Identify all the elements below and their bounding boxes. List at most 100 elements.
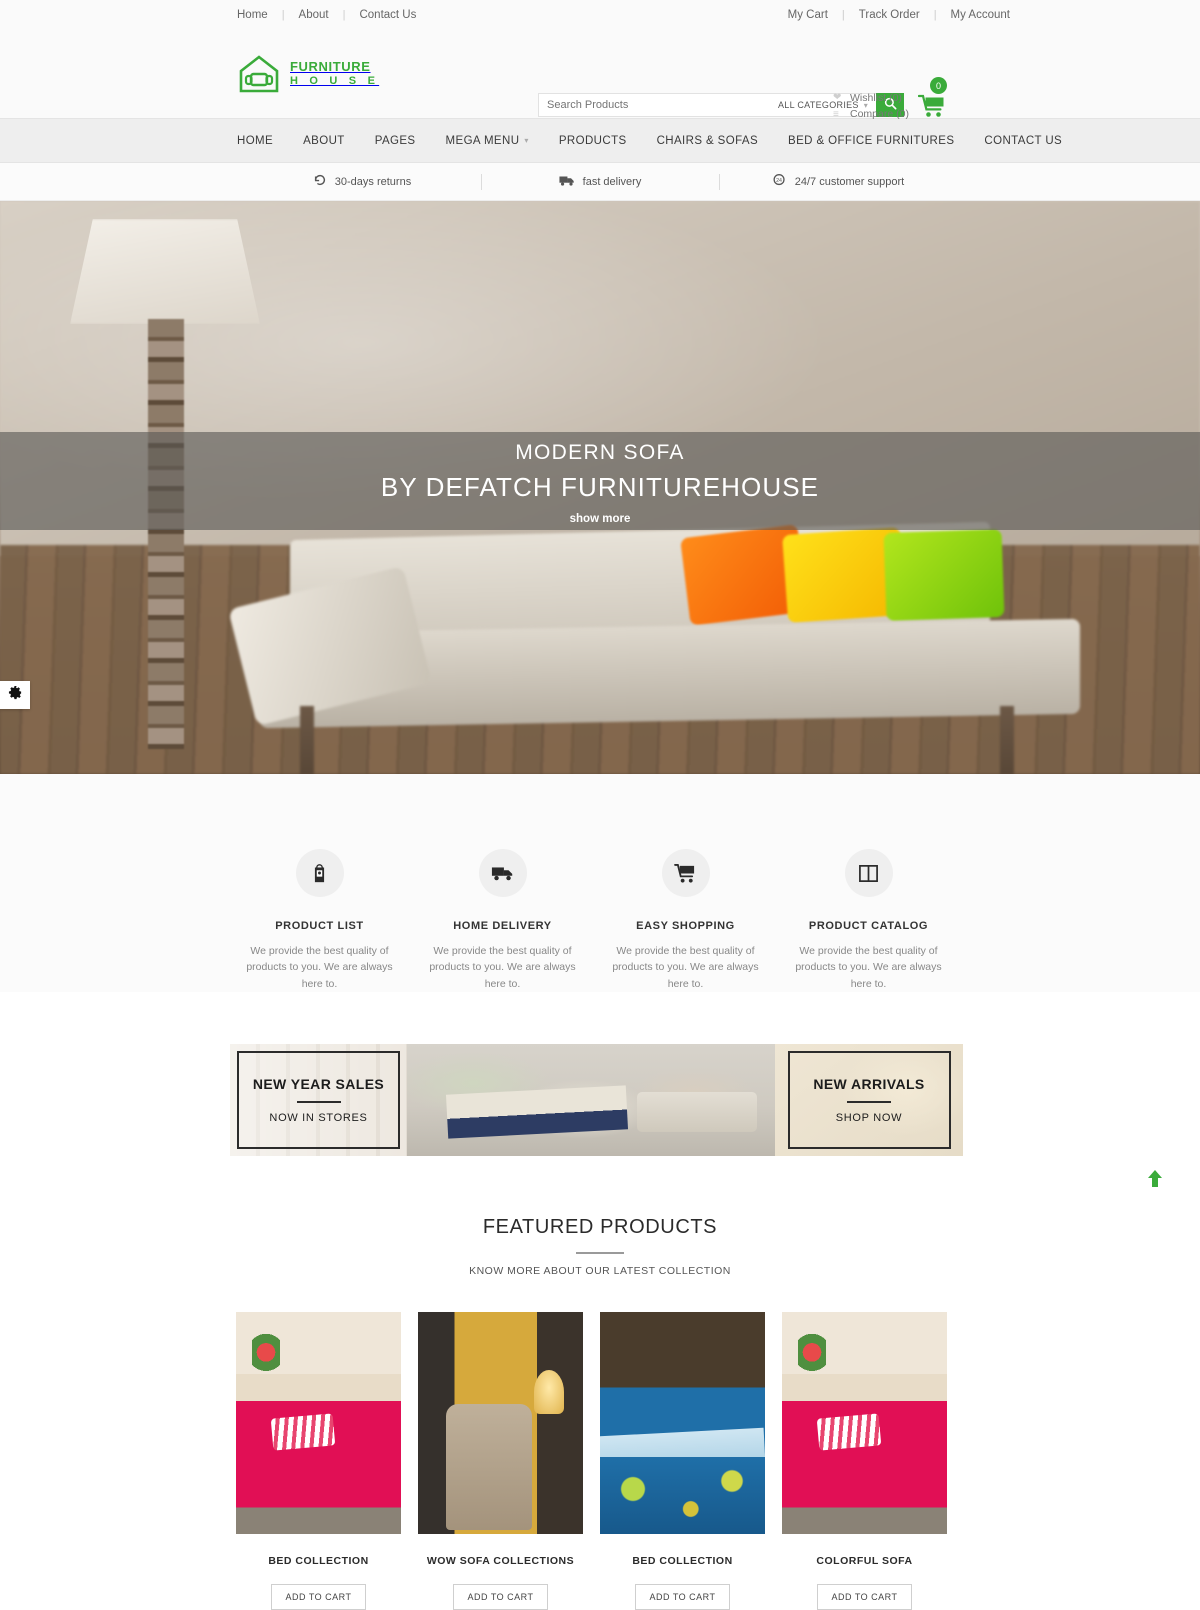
feature-strip-label: 30-days returns bbox=[334, 175, 412, 188]
cart-button[interactable]: 0 bbox=[915, 77, 957, 119]
nav-label: BED & OFFICE FURNITURES bbox=[788, 134, 955, 147]
hero-pillow-green bbox=[883, 528, 1005, 622]
top-bar-separator: | bbox=[281, 9, 285, 21]
add-to-cart-button[interactable]: ADD TO CART bbox=[635, 1583, 730, 1610]
nav-label: PAGES bbox=[374, 134, 416, 147]
nav-label: ABOUT bbox=[303, 134, 345, 147]
hero-title: MODERN SOFA bbox=[515, 441, 685, 465]
service-home-delivery: HOME DELIVERY We provide the best qualit… bbox=[411, 849, 594, 992]
nav-label: PRODUCTS bbox=[558, 134, 627, 147]
nav-item-mega-menu[interactable]: MEGA MENU ▾ bbox=[446, 135, 529, 147]
24-7-support-icon: 24 bbox=[772, 173, 787, 190]
nav-label: CONTACT US bbox=[984, 134, 1063, 147]
promo-banner-new-year-sales[interactable]: NEW YEAR SALES NOW IN STORES bbox=[230, 1043, 407, 1156]
top-link-contact-us[interactable]: Contact Us bbox=[359, 9, 416, 21]
top-bar-right-links: My Cart | Track Order | My Account bbox=[788, 9, 1010, 21]
house-sofa-logo-icon bbox=[237, 54, 281, 94]
product-image[interactable] bbox=[236, 1311, 401, 1534]
hero-sofa-leg bbox=[300, 706, 314, 774]
feature-strip-item-support: 24 24/7 customer support bbox=[720, 173, 957, 190]
product-card[interactable]: COLORFUL SOFA ADD TO CART bbox=[782, 1311, 947, 1610]
top-bar-separator: | bbox=[933, 9, 937, 21]
promo-left-rule bbox=[296, 1100, 341, 1103]
service-easy-shopping: EASY SHOPPING We provide the best qualit… bbox=[594, 849, 777, 992]
product-image[interactable] bbox=[782, 1311, 947, 1534]
wishlist-label: Wishlist (0) bbox=[850, 92, 902, 104]
gear-icon bbox=[8, 685, 23, 705]
product-name: COLORFUL SOFA bbox=[816, 1554, 913, 1567]
logo-line-2: H O U S E bbox=[290, 75, 380, 88]
promo-banner-new-arrivals[interactable]: NEW ARRIVALS SHOP NOW bbox=[775, 1043, 963, 1156]
product-card[interactable]: BED COLLECTION ADD TO CART bbox=[236, 1311, 401, 1610]
top-link-my-account[interactable]: My Account bbox=[951, 9, 1010, 21]
hero-lamp-body bbox=[148, 319, 184, 749]
top-link-home[interactable]: Home bbox=[237, 9, 268, 21]
product-card[interactable]: BED COLLECTION ADD TO CART bbox=[600, 1311, 765, 1610]
search-input[interactable] bbox=[538, 93, 778, 117]
nav-item-about[interactable]: ABOUT bbox=[303, 135, 345, 147]
promo-right-subtitle: SHOP NOW bbox=[835, 1111, 903, 1124]
nav-item-chairs-sofas[interactable]: CHAIRS & SOFAS bbox=[657, 135, 758, 147]
return-arrow-icon bbox=[313, 173, 327, 190]
feature-strip-label: 24/7 customer support bbox=[794, 175, 905, 188]
add-to-cart-button[interactable]: ADD TO CART bbox=[271, 1583, 366, 1610]
promo-left-title: NEW YEAR SALES bbox=[252, 1075, 385, 1092]
add-to-cart-button[interactable]: ADD TO CART bbox=[453, 1583, 548, 1610]
top-bar-separator: | bbox=[342, 9, 346, 21]
nav-label: HOME bbox=[237, 134, 274, 147]
wishlist-link[interactable]: ❤ Wishlist (0) bbox=[833, 90, 909, 106]
promo-right-rule bbox=[847, 1100, 891, 1103]
nav-items: HOME ABOUT PAGES MEGA MENU ▾ PRODUCTS CH… bbox=[237, 135, 1062, 147]
catalog-book-icon bbox=[844, 849, 893, 897]
heart-icon: ❤ bbox=[833, 92, 842, 104]
theme-settings-button[interactable] bbox=[0, 681, 30, 709]
service-title: HOME DELIVERY bbox=[453, 920, 552, 932]
nav-item-home[interactable]: HOME bbox=[237, 135, 273, 147]
nav-label: MEGA MENU bbox=[445, 134, 520, 147]
feature-strip-label: fast delivery bbox=[582, 175, 642, 188]
compare-link[interactable]: ≡ Compare (0) bbox=[833, 106, 909, 122]
compare-label: Compare (0) bbox=[850, 108, 909, 121]
delivery-truck-icon bbox=[478, 849, 527, 897]
site-logo[interactable]: FURNITURE H O U S E bbox=[237, 54, 379, 94]
nav-item-contact-us[interactable]: CONTACT US bbox=[984, 135, 1062, 147]
service-desc: We provide the best quality of products … bbox=[429, 945, 576, 990]
header-mini-links: ❤ Wishlist (0) ≡ Compare (0) bbox=[833, 90, 909, 123]
hero-sofa bbox=[228, 521, 1090, 774]
top-bar-separator: | bbox=[841, 9, 845, 21]
product-image[interactable] bbox=[418, 1311, 583, 1534]
product-name: BED COLLECTION bbox=[632, 1554, 733, 1567]
arrow-up-icon bbox=[1146, 1170, 1164, 1192]
feature-strip: 30-days returns fast delivery 24 24/7 cu… bbox=[0, 163, 1200, 201]
hero-lampshade bbox=[70, 219, 260, 324]
product-grid: BED COLLECTION ADD TO CART WOW SOFA COLL… bbox=[236, 1311, 1200, 1610]
product-image[interactable] bbox=[600, 1311, 765, 1534]
featured-subtitle: KNOW MORE ABOUT OUR LATEST COLLECTION bbox=[469, 1264, 731, 1277]
promo-right-box: NEW ARRIVALS SHOP NOW bbox=[787, 1050, 951, 1149]
feature-strip-item-returns: 30-days returns bbox=[244, 173, 481, 190]
top-link-my-cart[interactable]: My Cart bbox=[788, 9, 828, 21]
svg-text:24: 24 bbox=[776, 178, 782, 184]
nav-item-products[interactable]: PRODUCTS bbox=[559, 135, 627, 147]
shopping-cart-icon bbox=[917, 93, 946, 124]
featured-products-section: FEATURED PRODUCTS KNOW MORE ABOUT OUR LA… bbox=[0, 1216, 1200, 1277]
product-name: WOW SOFA COLLECTIONS bbox=[426, 1554, 575, 1567]
hero-caption: MODERN SOFA BY DEFATCH FURNITUREHOUSE sh… bbox=[0, 432, 1200, 530]
service-desc: We provide the best quality of products … bbox=[612, 945, 759, 990]
promo-banners: NEW YEAR SALES NOW IN STORES NEW ARRIVAL… bbox=[230, 1043, 963, 1156]
product-card[interactable]: WOW SOFA COLLECTIONS ADD TO CART bbox=[418, 1311, 583, 1610]
nav-item-pages[interactable]: PAGES bbox=[375, 135, 416, 147]
logo-line-1: FURNITURE bbox=[290, 59, 371, 75]
scroll-to-top-button[interactable] bbox=[1146, 1168, 1164, 1188]
nav-item-bed-office-furnitures[interactable]: BED & OFFICE FURNITURES bbox=[788, 135, 954, 147]
service-desc: We provide the best quality of products … bbox=[795, 945, 942, 990]
add-to-cart-button[interactable]: ADD TO CART bbox=[817, 1583, 912, 1610]
service-title: PRODUCT LIST bbox=[275, 920, 364, 932]
service-product-catalog: PRODUCT CATALOG We provide the best qual… bbox=[777, 849, 960, 992]
top-link-about[interactable]: About bbox=[299, 9, 329, 21]
hero-show-more-link[interactable]: show more bbox=[570, 513, 631, 525]
cart-count-badge: 0 bbox=[930, 77, 947, 94]
logo-text: FURNITURE H O U S E bbox=[290, 59, 380, 88]
top-link-track-order[interactable]: Track Order bbox=[859, 9, 920, 21]
service-title: EASY SHOPPING bbox=[636, 920, 735, 932]
